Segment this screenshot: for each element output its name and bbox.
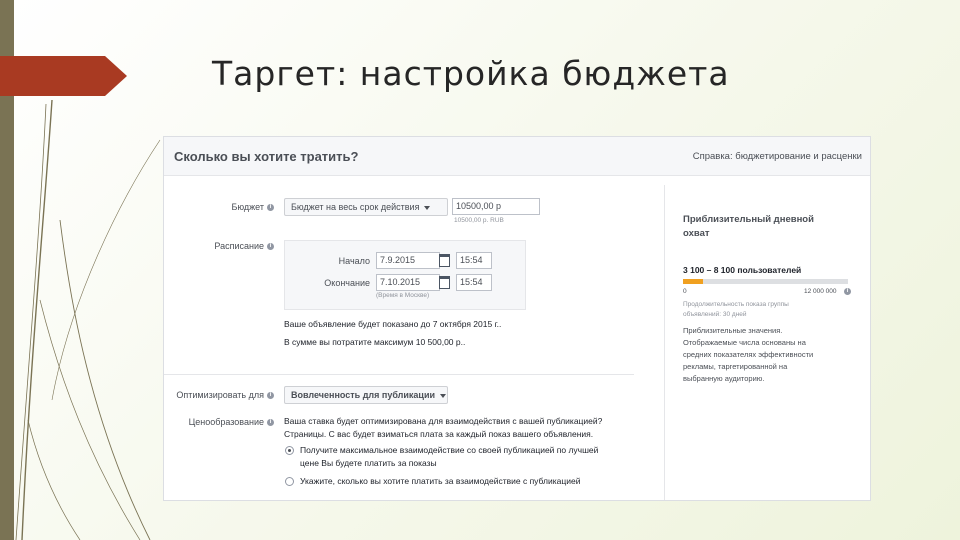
schedule-label: Расписание i (194, 241, 274, 251)
estimate-note-line2: Отображаемые числа основаны на (683, 338, 806, 347)
info-icon[interactable]: i (267, 204, 274, 212)
audience-note-line2: объявлений: 30 дней (683, 311, 747, 318)
info-icon[interactable]: i (267, 392, 274, 400)
optimize-label: Оптимизировать для i (174, 390, 274, 400)
start-date-input[interactable]: 7.9.2015 (376, 252, 440, 269)
pricing-option-max-line1[interactable]: Получите максимальное взаимодействие со … (300, 445, 598, 455)
reach-meter (683, 279, 848, 284)
chevron-down-icon (440, 393, 447, 398)
reach-title: Приблизительный дневной охват (683, 214, 814, 239)
timezone-note: (Время в Москве) (376, 292, 430, 299)
start-label: Начало (338, 256, 370, 266)
reach-meter-fill (683, 279, 703, 284)
end-time-input[interactable]: 15:54 (456, 274, 492, 291)
panel-title: Сколько вы хотите тратить? (174, 149, 359, 164)
info-icon[interactable]: i (267, 243, 274, 251)
column-divider (664, 185, 665, 500)
pricing-desc-line2: Страницы. С вас будет взиматься плата за… (284, 429, 594, 439)
pricing-option-max-line2: цене Вы будете платить за показы (300, 458, 437, 468)
budget-label: Бюджет i (204, 202, 274, 212)
calendar-icon[interactable] (439, 254, 450, 267)
start-time-input[interactable]: 15:54 (456, 252, 492, 269)
pricing-label: Ценообразование i (174, 417, 274, 427)
budget-amount-input[interactable]: 10500,00 р (452, 198, 540, 215)
calendar-icon[interactable] (439, 276, 450, 289)
section-divider (164, 374, 634, 375)
reach-scale-max: 12 000 000 (804, 288, 837, 295)
pricing-desc-line1: Ваша ставка будет оптимизирована для вза… (284, 416, 603, 426)
pricing-option-manual-radio[interactable] (285, 477, 294, 486)
slide-title: Таргет: настройка бюджета (212, 54, 730, 93)
estimate-note-line4: рекламы, таргетированной на (683, 362, 788, 371)
reach-scale-min: 0 (683, 288, 687, 295)
estimate-note-line5: выбранную аудиторию. (683, 374, 765, 383)
panel-header: Сколько вы хотите тратить? Справка: бюдж… (164, 137, 870, 176)
estimate-note-line1: Приблизительные значения. (683, 326, 783, 335)
budget-amount-hint: 10500,00 р. RUB (454, 217, 504, 224)
info-icon[interactable]: i (844, 288, 851, 295)
budget-type-dropdown[interactable]: Бюджет на весь срок действия (284, 198, 448, 216)
info-icon[interactable]: i (267, 419, 274, 427)
summary-max-spend: В сумме вы потратите максимум 10 500,00 … (284, 337, 466, 347)
budget-settings-panel: Сколько вы хотите тратить? Справка: бюдж… (163, 136, 871, 501)
summary-end-date: Ваше объявление будет показано до 7 октя… (284, 319, 502, 329)
reach-range: 3 100 – 8 100 пользователей (683, 265, 802, 275)
help-link[interactable]: Справка: бюджетирование и расценки (693, 151, 862, 162)
slide-arrow-tab (0, 56, 127, 96)
pricing-option-manual-label[interactable]: Укажите, сколько вы хотите платить за вз… (300, 476, 580, 486)
chevron-down-icon (424, 205, 431, 210)
optimize-dropdown[interactable]: Вовлеченность для публикации (284, 386, 448, 404)
end-label: Окончание (324, 278, 370, 288)
estimate-note-line3: средних показателях эффективности (683, 350, 814, 359)
pricing-option-max-radio[interactable] (285, 446, 294, 455)
end-date-input[interactable]: 7.10.2015 (376, 274, 440, 291)
